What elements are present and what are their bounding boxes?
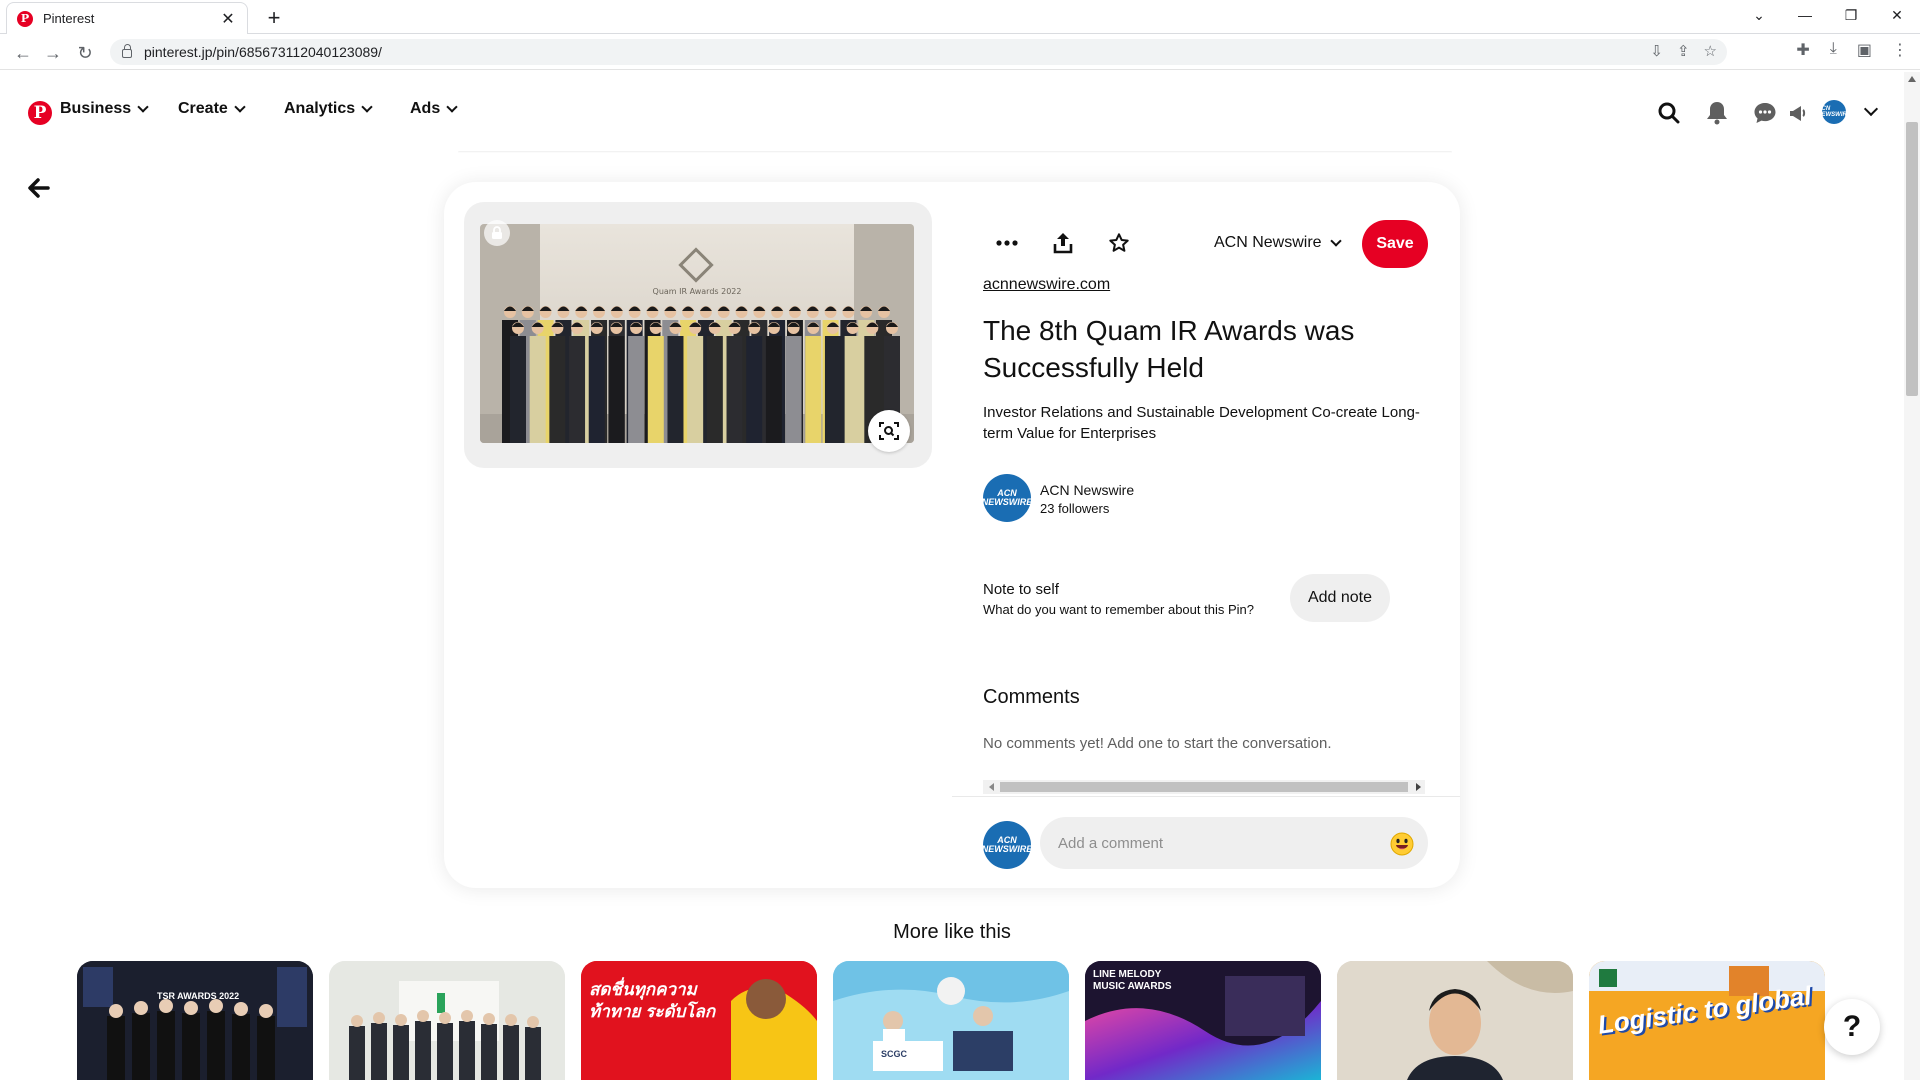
share-page-icon[interactable]: ⇪ bbox=[1677, 42, 1690, 60]
back-nav-icon[interactable]: ← bbox=[10, 40, 36, 66]
window-controls: ⌄ — ❐ ✕ bbox=[1736, 0, 1920, 30]
notifications-bell-icon[interactable] bbox=[1704, 100, 1730, 126]
related-pin-text: LINE MELODY MUSIC AWARDS bbox=[1093, 969, 1172, 992]
related-pin-text: SCGC bbox=[881, 1049, 908, 1059]
pinterest-favicon-icon: P bbox=[17, 10, 33, 27]
related-pin-thumbnail[interactable]: สดชื่นทุกความท้าทาย ระดับโลก bbox=[581, 961, 817, 1080]
add-comment-input[interactable] bbox=[1040, 817, 1428, 869]
note-to-self-subtitle: What do you want to remember about this … bbox=[983, 602, 1254, 617]
favorite-star-icon[interactable] bbox=[1104, 228, 1134, 258]
nav-analytics-label: Analytics bbox=[284, 100, 356, 117]
pin-image-banner-text: Quam IR Awards 2022 bbox=[653, 287, 742, 296]
source-link[interactable]: acnnewswire.com bbox=[983, 276, 1110, 294]
chevron-down-icon bbox=[137, 101, 149, 113]
related-pin-thumbnail[interactable]: Logistic to global bbox=[1589, 961, 1825, 1080]
account-chevron-down-icon[interactable] bbox=[1863, 101, 1879, 117]
commenter-avatar-text: ACN NEWSWIRE bbox=[981, 835, 1033, 854]
pinterest-header: P Business Create Analytics Ads ACN NEWS… bbox=[0, 70, 1900, 152]
help-button[interactable]: ? bbox=[1824, 999, 1880, 1055]
related-pin-thumbnail[interactable] bbox=[329, 961, 565, 1080]
side-panel-icon[interactable]: ▣ bbox=[1857, 40, 1872, 60]
creator-followers: 23 followers bbox=[1040, 501, 1110, 516]
pin-description: Investor Relations and Sustainable Devel… bbox=[983, 404, 1420, 442]
browser-tab-bar: P Pinterest ✕ + ⌄ — ❐ ✕ bbox=[0, 0, 1920, 34]
visual-search-lens-icon[interactable] bbox=[868, 410, 910, 452]
more-options-ellipsis-icon[interactable] bbox=[992, 228, 1022, 258]
tab-title: Pinterest bbox=[43, 11, 95, 26]
menu-kebab-icon[interactable]: ⋮ bbox=[1892, 40, 1908, 60]
comment-divider bbox=[952, 796, 1460, 797]
comments-heading: Comments bbox=[983, 686, 1080, 708]
creator-name[interactable]: ACN Newswire bbox=[1040, 482, 1134, 498]
search-icon[interactable] bbox=[1656, 100, 1682, 126]
chevron-down-icon bbox=[446, 101, 458, 113]
nav-business-label: Business bbox=[60, 100, 132, 117]
note-to-self-title: Note to self bbox=[983, 581, 1059, 598]
chevron-down-icon bbox=[361, 101, 373, 113]
chevron-down-icon bbox=[1329, 235, 1342, 247]
new-tab-button[interactable]: + bbox=[260, 4, 288, 32]
image-lock-icon[interactable] bbox=[484, 220, 510, 246]
pin-title: The 8th Quam IR Awards was Successfully … bbox=[983, 315, 1355, 383]
tab-close-icon[interactable]: ✕ bbox=[219, 9, 237, 29]
related-pin-thumbnail[interactable]: SCGC bbox=[833, 961, 1069, 1080]
commenter-avatar: ACN NEWSWIRE bbox=[981, 821, 1033, 869]
scroll-up-arrow-icon[interactable] bbox=[1908, 76, 1916, 82]
page-scrollbar-thumb[interactable] bbox=[1906, 122, 1918, 396]
related-pin-text: TSR AWARDS 2022 bbox=[157, 991, 240, 1001]
creator-avatar-text: ACN NEWSWIRE bbox=[981, 488, 1033, 507]
comments-scrollbar-thumb[interactable] bbox=[1000, 782, 1408, 792]
forward-nav-icon[interactable]: → bbox=[40, 40, 66, 66]
url-text: pinterest.jp/pin/685673112040123089/ bbox=[144, 44, 382, 60]
pin-image[interactable]: Quam IR Awards 2022 bbox=[480, 224, 914, 443]
extensions-icon[interactable]: ✚ bbox=[1796, 40, 1809, 60]
scroll-left-arrow-icon[interactable] bbox=[989, 783, 994, 791]
install-app-icon[interactable]: ⇩ bbox=[1650, 42, 1663, 60]
reload-icon[interactable]: ↻ bbox=[72, 40, 98, 66]
announcements-megaphone-icon[interactable] bbox=[1786, 100, 1812, 126]
related-pin-thumbnail[interactable]: LINE MELODY MUSIC AWARDS bbox=[1085, 961, 1321, 1080]
nav-ads-label: Ads bbox=[410, 100, 441, 117]
browser-tab[interactable]: P Pinterest ✕ bbox=[6, 2, 248, 34]
address-toolbar: ← → ↻ pinterest.jp/pin/68567311204012308… bbox=[0, 34, 1920, 70]
pinterest-logo-icon[interactable]: P bbox=[28, 101, 52, 125]
minimize-button[interactable]: — bbox=[1782, 0, 1828, 30]
account-avatar[interactable]: ACN NEWSWIRE bbox=[1817, 100, 1851, 124]
more-like-this-heading: More like this bbox=[893, 921, 1011, 943]
downloads-icon[interactable]: ⤓ bbox=[1830, 40, 1837, 60]
bookmark-star-icon[interactable]: ☆ bbox=[1704, 42, 1717, 60]
nav-create-label: Create bbox=[178, 100, 228, 117]
messages-icon[interactable] bbox=[1752, 100, 1778, 126]
tab-search-icon[interactable]: ⌄ bbox=[1736, 0, 1782, 30]
close-window-button[interactable]: ✕ bbox=[1874, 0, 1920, 30]
related-pin-thumbnail[interactable] bbox=[1337, 961, 1573, 1080]
lock-icon[interactable] bbox=[122, 44, 132, 58]
save-button[interactable]: Save bbox=[1362, 220, 1428, 268]
nav-ads[interactable]: Ads bbox=[410, 100, 458, 118]
related-pin-thumbnail[interactable]: TSR AWARDS 2022 bbox=[77, 961, 313, 1080]
creator-avatar[interactable]: ACN NEWSWIRE bbox=[981, 474, 1033, 522]
board-selector-label: ACN Newswire bbox=[1214, 234, 1322, 251]
address-bar[interactable]: pinterest.jp/pin/685673112040123089/ ⇩ ⇪… bbox=[110, 39, 1727, 65]
restore-button[interactable]: ❐ bbox=[1828, 0, 1874, 30]
board-selector[interactable]: ACN Newswire bbox=[1214, 234, 1342, 252]
share-upload-icon[interactable] bbox=[1048, 228, 1078, 258]
chevron-down-icon bbox=[234, 101, 246, 113]
card-top-shadow bbox=[458, 151, 1452, 153]
scroll-right-arrow-icon[interactable] bbox=[1416, 783, 1421, 791]
related-pin-text: สดชื่นทุกความท้าทาย ระดับโลก bbox=[589, 980, 716, 1021]
nav-business[interactable]: Business bbox=[60, 100, 149, 118]
add-note-button[interactable]: Add note bbox=[1290, 574, 1390, 622]
back-arrow-icon[interactable] bbox=[28, 178, 52, 202]
no-comments-text: No comments yet! Add one to start the co… bbox=[983, 735, 1332, 752]
emoji-icon[interactable] bbox=[1390, 832, 1414, 856]
account-avatar-text: ACN NEWSWIRE bbox=[1817, 106, 1851, 118]
nav-create[interactable]: Create bbox=[178, 100, 246, 118]
nav-analytics[interactable]: Analytics bbox=[284, 100, 373, 118]
